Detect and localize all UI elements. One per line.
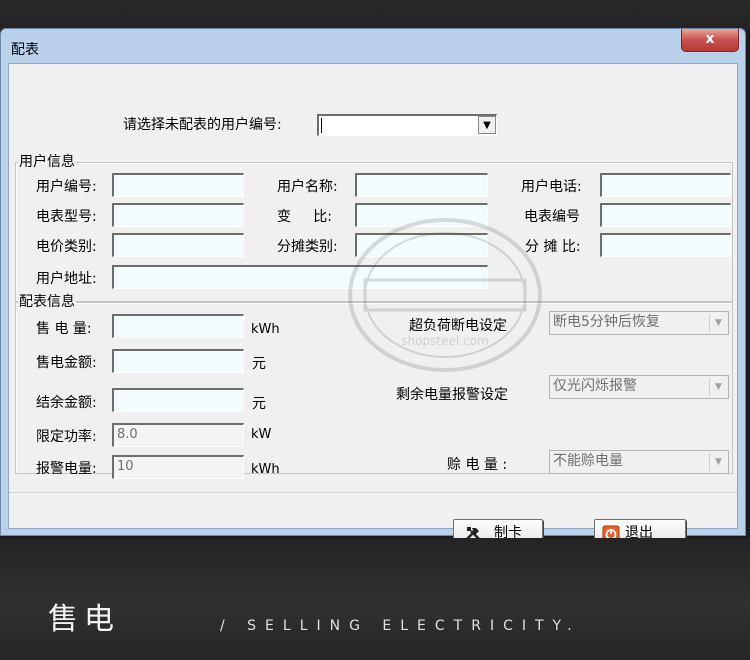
banner-title: 售电 <box>48 602 120 637</box>
address-field[interactable] <box>112 265 488 289</box>
remaining-alarm-value: 仅光闪烁报警 <box>553 378 637 394</box>
ratio-label: 变 比: <box>277 209 332 225</box>
credit-power-label: 赊 电 量 : <box>447 457 508 473</box>
overload-setting-value: 断电5分钟后恢复 <box>553 314 660 330</box>
dialog-body: 请选择未配表的用户编号: ▼ 用户信息 用户编号: 用户名称: 用户电话: 电表… <box>8 63 738 547</box>
price-type-label: 电价类别: <box>36 239 97 255</box>
title-bar[interactable]: 配表 x <box>1 29 745 61</box>
power-limit-label: 限定功率: <box>36 429 97 445</box>
price-type-field[interactable] <box>112 233 244 257</box>
divider <box>9 492 737 493</box>
power-limit-unit: kW <box>251 427 272 442</box>
balance-field[interactable] <box>112 388 244 412</box>
text-cursor <box>321 118 322 133</box>
user-number-select[interactable]: ▼ <box>317 114 497 136</box>
meter-model-field[interactable] <box>112 203 244 227</box>
backdrop-top <box>0 0 750 30</box>
close-button[interactable]: x <box>681 29 739 52</box>
user-info-title: 用户信息 <box>18 154 76 170</box>
user-name-label: 用户名称: <box>277 179 338 195</box>
alarm-power-label: 报警电量: <box>36 461 97 477</box>
chevron-down-icon[interactable]: ▼ <box>478 116 496 134</box>
banner-subtitle: / SELLING ELECTRICITY. <box>220 618 581 634</box>
overload-setting-label: 超负荷断电设定 <box>409 318 507 334</box>
window-title: 配表 <box>11 42 39 58</box>
sale-amount-label: 售电金额: <box>36 355 97 371</box>
credit-power-select[interactable]: 不能赊电量 ▼ <box>549 450 729 474</box>
credit-power-value: 不能赊电量 <box>553 453 623 469</box>
share-ratio-label: 分 摊 比: <box>525 239 581 255</box>
share-type-label: 分摊类别: <box>277 239 338 255</box>
chevron-down-icon[interactable]: ▼ <box>709 453 727 471</box>
chevron-down-icon[interactable]: ▼ <box>709 314 727 332</box>
alarm-power-unit: kWh <box>251 462 280 477</box>
alarm-power-field[interactable]: 10 <box>112 455 244 479</box>
remaining-alarm-select[interactable]: 仅光闪烁报警 ▼ <box>549 375 729 399</box>
share-type-field[interactable] <box>355 233 488 257</box>
user-phone-field[interactable] <box>600 173 731 197</box>
user-name-field[interactable] <box>355 173 488 197</box>
sale-amount-unit: 元 <box>252 356 266 372</box>
address-label: 用户地址: <box>36 271 97 287</box>
balance-label: 结余金额: <box>36 395 97 411</box>
chevron-down-icon[interactable]: ▼ <box>709 378 727 396</box>
share-ratio-field[interactable] <box>600 233 731 257</box>
dialog-window: 配表 x 请选择未配表的用户编号: ▼ 用户信息 用户编号: 用户名称: 用户电… <box>0 28 746 547</box>
user-number-field[interactable] <box>112 173 244 197</box>
sale-power-unit: kWh <box>251 322 280 337</box>
power-limit-field[interactable]: 8.0 <box>112 423 244 447</box>
user-number-label: 用户编号: <box>36 179 97 195</box>
balance-unit: 元 <box>252 396 266 412</box>
power-limit-value: 8.0 <box>117 427 138 442</box>
meter-model-label: 电表型号: <box>36 209 97 225</box>
overload-setting-select[interactable]: 断电5分钟后恢复 ▼ <box>549 311 729 335</box>
meter-number-label: 电表编号 <box>524 209 580 225</box>
close-icon: x <box>705 31 715 47</box>
sale-power-label: 售 电 量: <box>36 321 92 337</box>
ratio-field[interactable] <box>355 203 488 227</box>
meter-info-title: 配表信息 <box>18 294 76 310</box>
remaining-alarm-label: 剩余电量报警设定 <box>396 387 508 403</box>
user-phone-label: 用户电话: <box>521 179 582 195</box>
sale-power-field[interactable] <box>112 314 244 338</box>
user-select-label: 请选择未配表的用户编号: <box>123 117 282 133</box>
sale-amount-field[interactable] <box>112 349 244 373</box>
alarm-power-value: 10 <box>117 459 134 474</box>
backdrop-bottom <box>0 538 750 660</box>
meter-number-field[interactable] <box>600 203 731 227</box>
